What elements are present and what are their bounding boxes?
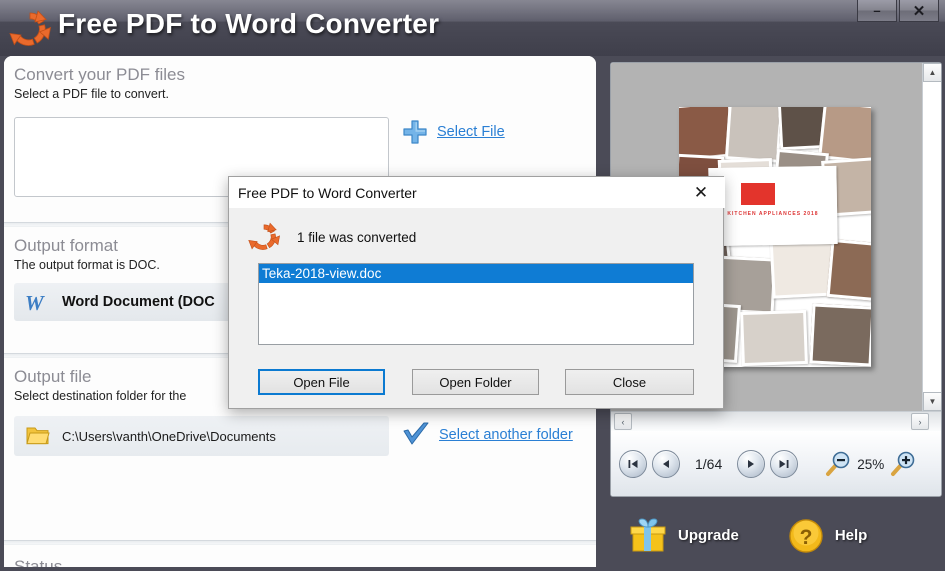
svg-text:W: W [25,291,45,315]
dialog-close-action-button[interactable]: Close [565,369,694,395]
app-title: Free PDF to Word Converter [58,8,440,39]
previous-page-icon [663,460,669,468]
dialog-close-label: Close [612,374,647,390]
convert-section-subtitle: Select a PDF file to convert. [14,87,169,101]
minimize-icon: – [873,3,881,18]
dialog-title: Free PDF to Word Converter [238,184,417,201]
svg-text:?: ? [799,526,812,549]
chevron-up-icon: ▲ [928,68,937,77]
convert-section-title: Convert your PDF files [14,65,185,84]
title-bar: Free PDF to Word Converter – ✕ [0,0,945,56]
help-label: Help [834,527,868,544]
question-mark-icon: ? [789,518,823,553]
chevron-left-icon: ‹ [621,416,625,427]
gift-icon [630,518,666,551]
scroll-left-button[interactable]: ‹ [614,413,632,430]
magnifier-minus-icon [826,451,850,476]
preview-vertical-scrollbar[interactable]: ▲ ▼ [922,63,941,411]
chevron-right-icon: › [918,416,922,427]
zoom-level: 25% [857,456,885,472]
scroll-down-button[interactable]: ▼ [923,392,941,411]
teka-brand-logo [741,183,775,205]
upgrade-label: Upgrade [678,527,739,544]
convert-arrows-icon [9,10,52,46]
output-folder-display[interactable]: C:\Users\vanth\OneDrive\Documents [14,416,389,456]
select-another-folder-button[interactable]: Select another folder [402,422,573,448]
upgrade-button[interactable]: Upgrade [628,517,739,555]
scroll-up-button[interactable]: ▲ [923,63,941,82]
status-section: Status Ready. Convert [4,545,596,567]
select-file-button[interactable]: Select File [402,119,505,145]
zoom-out-button[interactable] [824,451,852,477]
minimize-button[interactable]: – [857,0,897,22]
zoom-in-button[interactable] [889,451,917,477]
open-folder-label: Open Folder [439,374,512,390]
scroll-right-button[interactable]: › [911,413,929,430]
previous-page-button[interactable] [652,450,680,478]
open-file-label: Open File [293,374,350,390]
help-button[interactable]: ? Help [787,517,868,555]
dialog-message-row: 1 file was converted [247,221,416,253]
last-page-button[interactable] [770,450,799,478]
first-page-icon [628,460,638,468]
select-file-label: Select File [437,124,505,140]
magnifier-plus-icon [891,451,915,476]
converted-files-list[interactable]: Teka-2018-view.doc [258,263,694,345]
bottom-action-bar: Upgrade ? Help [610,500,945,571]
vertical-scroll-track[interactable] [923,82,941,392]
first-page-button[interactable] [619,450,647,478]
dialog-title-bar: Free PDF to Word Converter [229,177,725,208]
page-indicator: 1/64 [695,456,723,472]
next-page-icon [748,460,755,468]
open-file-button[interactable]: Open File [258,369,385,395]
close-window-button[interactable]: ✕ [899,0,939,22]
checkmark-icon [403,422,429,445]
last-page-icon [779,460,789,468]
close-icon: ✕ [912,2,926,20]
list-item[interactable]: Teka-2018-view.doc [259,264,693,283]
preview-horizontal-scrollbar[interactable]: ‹ › [611,411,941,431]
word-document-icon: W [25,291,45,315]
application-window: Free PDF to Word Converter – ✕ Convert y… [0,0,945,571]
next-page-button[interactable] [737,450,766,478]
dialog-close-button[interactable]: ✕ [679,177,723,208]
preview-navigation-toolbar: 1/64 25% [611,431,941,496]
dialog-message: 1 file was converted [297,229,417,245]
chevron-down-icon: ▼ [928,397,937,406]
close-icon: ✕ [693,182,709,202]
plus-icon [403,120,427,144]
pdf-page-heading: KITCHEN APPLIANCES 2018 [727,211,819,217]
select-another-folder-label: Select another folder [439,427,573,443]
output-folder-path: C:\Users\vanth\OneDrive\Documents [62,428,276,444]
folder-icon [26,427,50,445]
output-format-label: Word Document (DOC [62,294,215,310]
open-folder-button[interactable]: Open Folder [412,369,539,395]
convert-arrows-icon [248,222,281,250]
status-title: Status [14,557,63,567]
